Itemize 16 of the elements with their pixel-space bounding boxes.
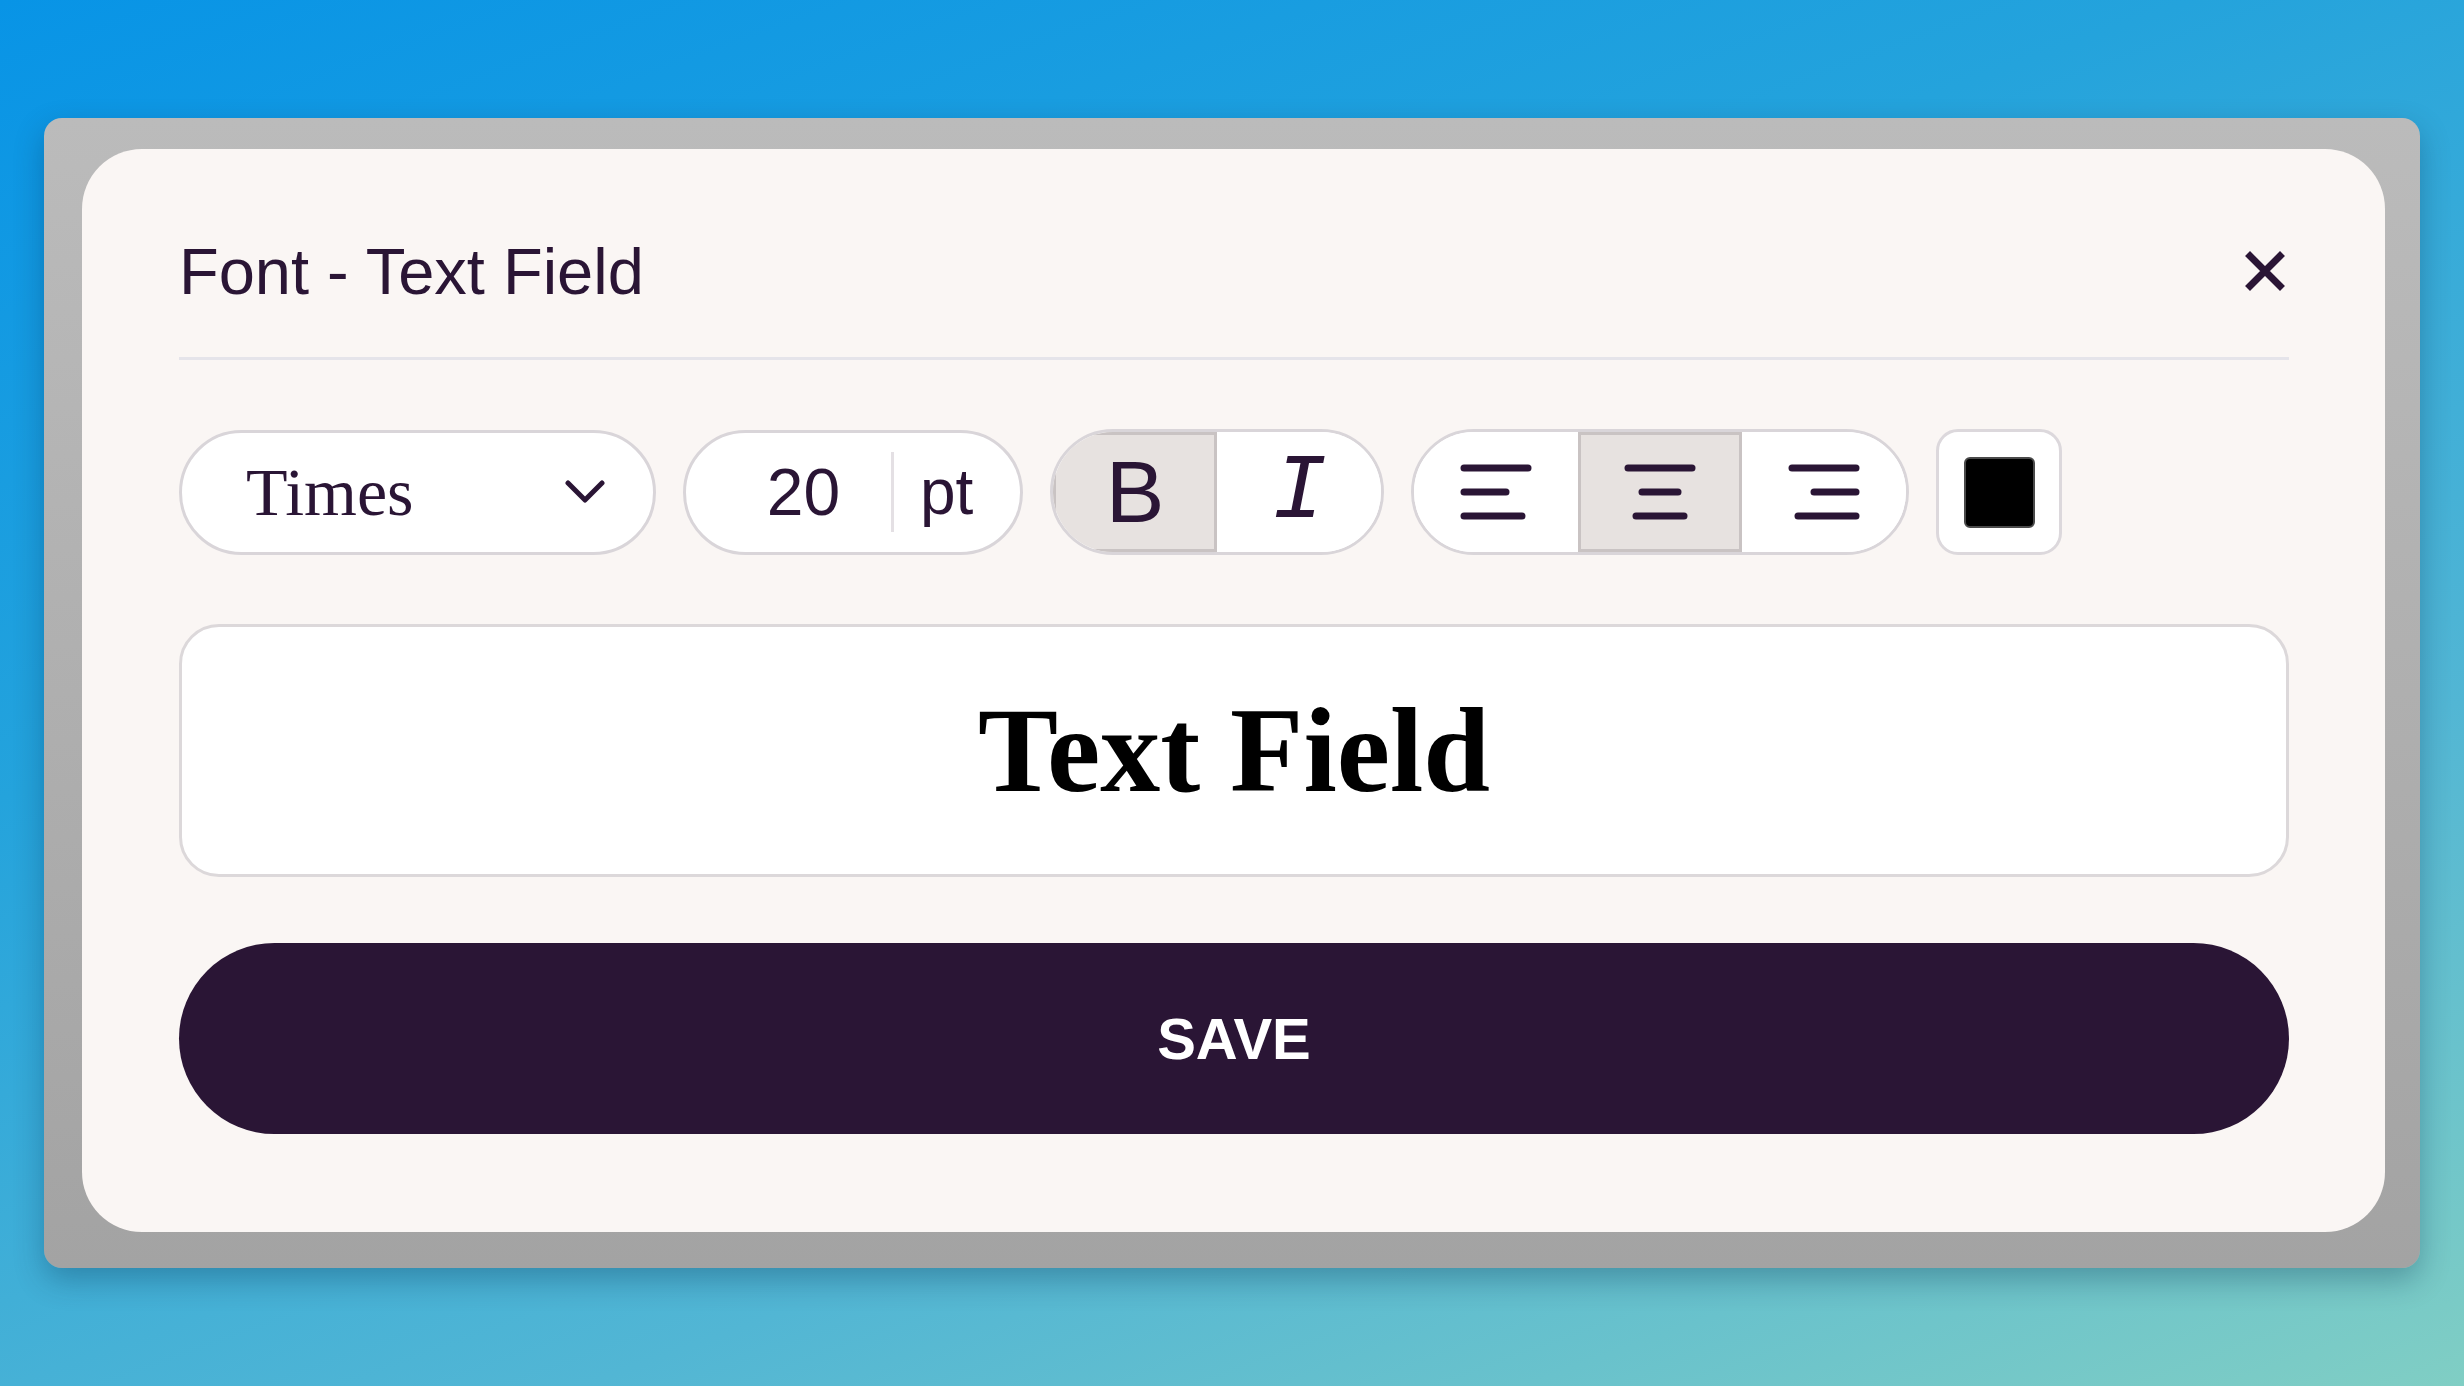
close-button[interactable] — [2245, 251, 2285, 291]
font-select[interactable]: Times — [179, 429, 656, 555]
save-button[interactable]: SAVE — [179, 943, 2289, 1134]
align-right-icon — [1788, 464, 1860, 520]
chevron-down-icon — [565, 480, 605, 504]
close-icon — [2245, 251, 2285, 291]
bold-button[interactable]: B — [1053, 432, 1217, 552]
align-center-icon — [1624, 464, 1696, 520]
font-size-input[interactable]: 20 — [716, 454, 891, 530]
align-center-button[interactable] — [1578, 432, 1742, 552]
align-left-icon — [1460, 464, 1532, 520]
preview-text: Text Field — [977, 682, 1491, 819]
font-size-field[interactable]: 20 pt — [683, 429, 1023, 555]
unit-label: pt — [920, 455, 974, 529]
text-color-button[interactable] — [1936, 429, 2062, 555]
dialog-title: Font - Text Field — [179, 233, 644, 309]
